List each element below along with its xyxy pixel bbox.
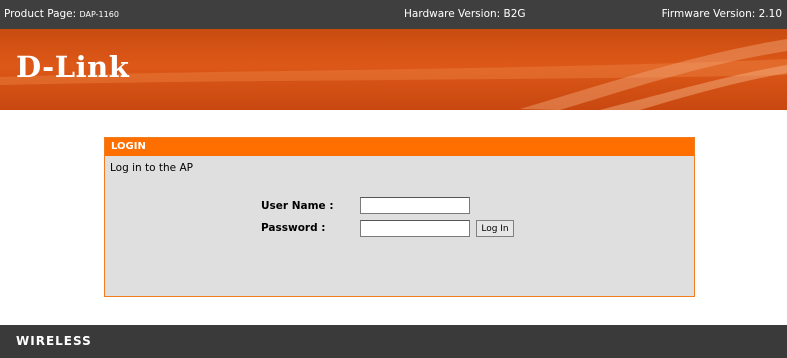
password-input[interactable] [360,220,470,237]
login-button[interactable]: Log In [476,220,514,237]
dlink-logo: D-Link [16,50,130,84]
login-panel-header: LOGIN [105,138,694,156]
hardware-version: Hardware Version: B2G [404,8,526,20]
password-label: Password : [261,222,326,234]
login-description: Log in to the AP [110,162,193,174]
product-model: DAP-1160 [79,10,119,19]
product-page-label: Product Page: [4,8,77,20]
firmware-version: Firmware Version: 2.10 [661,8,782,20]
header-banner: D-Link [0,29,787,110]
product-page-text: Product Page: DAP-1160 [4,0,119,29]
footer-bar: WIRELESS [0,325,787,358]
login-panel: LOGIN Log in to the AP User Name : Passw… [104,137,695,297]
username-input[interactable] [360,197,470,214]
username-label: User Name : [261,200,334,212]
wireless-label: WIRELESS [16,334,92,348]
top-info-bar: Product Page: DAP-1160 Hardware Version:… [0,0,787,29]
